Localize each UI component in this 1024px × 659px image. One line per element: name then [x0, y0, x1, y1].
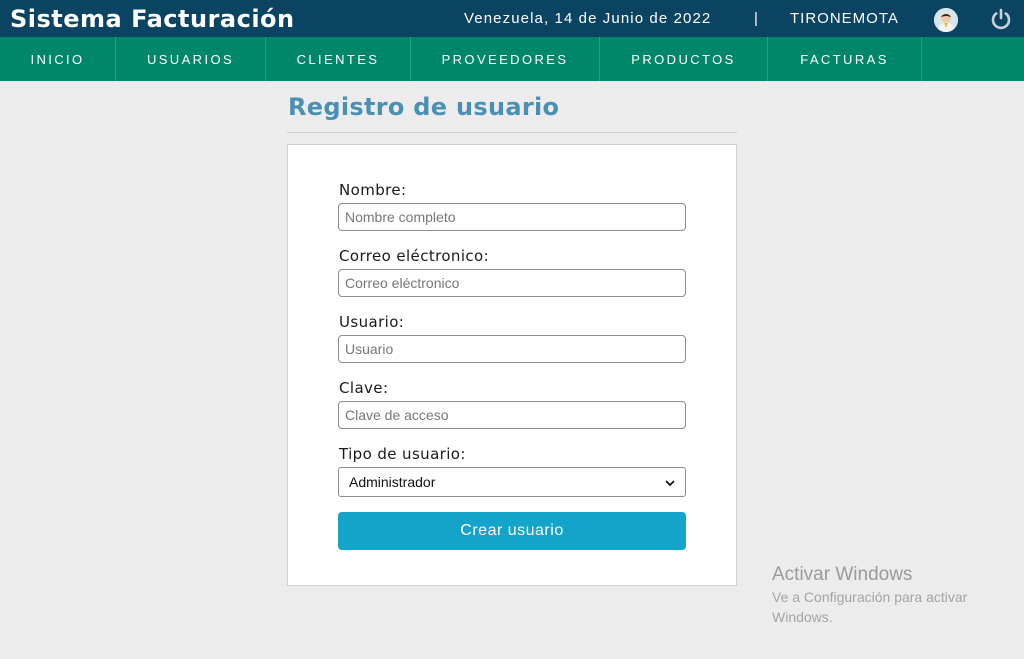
activation-watermark-line2: Windows. [772, 609, 833, 625]
usuario-field[interactable] [338, 335, 686, 363]
nombre-field[interactable] [338, 203, 686, 231]
power-icon[interactable] [989, 7, 1013, 31]
activation-watermark-line1: Ve a Configuración para activar [772, 589, 968, 605]
nav-item-productos[interactable]: PRODUCTOS [600, 37, 768, 81]
clave-field[interactable] [338, 401, 686, 429]
nav-item-inicio[interactable]: INICIO [0, 37, 116, 81]
register-user-form: Nombre: Correo eléctronico: Usuario: Cla… [287, 144, 737, 586]
app-title: Sistema Facturación [10, 5, 295, 33]
clave-label: Clave: [339, 379, 389, 397]
header-username: TIRONEMOTA [790, 10, 899, 27]
create-user-button[interactable]: Crear usuario [338, 512, 686, 550]
nav-item-facturas[interactable]: FACTURAS [768, 37, 922, 81]
correo-label: Correo eléctronico: [339, 247, 490, 265]
activation-watermark-title: Activar Windows [772, 564, 913, 585]
usuario-label: Usuario: [339, 313, 405, 331]
nav-item-clientes[interactable]: CLIENTES [266, 37, 411, 81]
user-avatar-icon [934, 8, 958, 32]
page-title: Registro de usuario [288, 93, 560, 121]
nav-item-proveedores[interactable]: PROVEEDORES [411, 37, 600, 81]
top-bar: Sistema Facturación Venezuela, 14 de Jun… [0, 0, 1024, 37]
tipo-usuario-select[interactable]: Administrador [338, 467, 686, 497]
header-separator: | [754, 10, 758, 27]
tipo-usuario-selected: Administrador [349, 474, 436, 490]
main-nav: INICIO USUARIOS CLIENTES PROVEEDORES PRO… [0, 37, 1024, 81]
correo-field[interactable] [338, 269, 686, 297]
nav-item-usuarios[interactable]: USUARIOS [116, 37, 266, 81]
title-divider [287, 132, 737, 133]
chevron-down-icon [665, 474, 675, 490]
header-date: Venezuela, 14 de Junio de 2022 [464, 10, 712, 27]
nombre-label: Nombre: [339, 181, 407, 199]
tipo-usuario-label: Tipo de usuario: [339, 445, 466, 463]
